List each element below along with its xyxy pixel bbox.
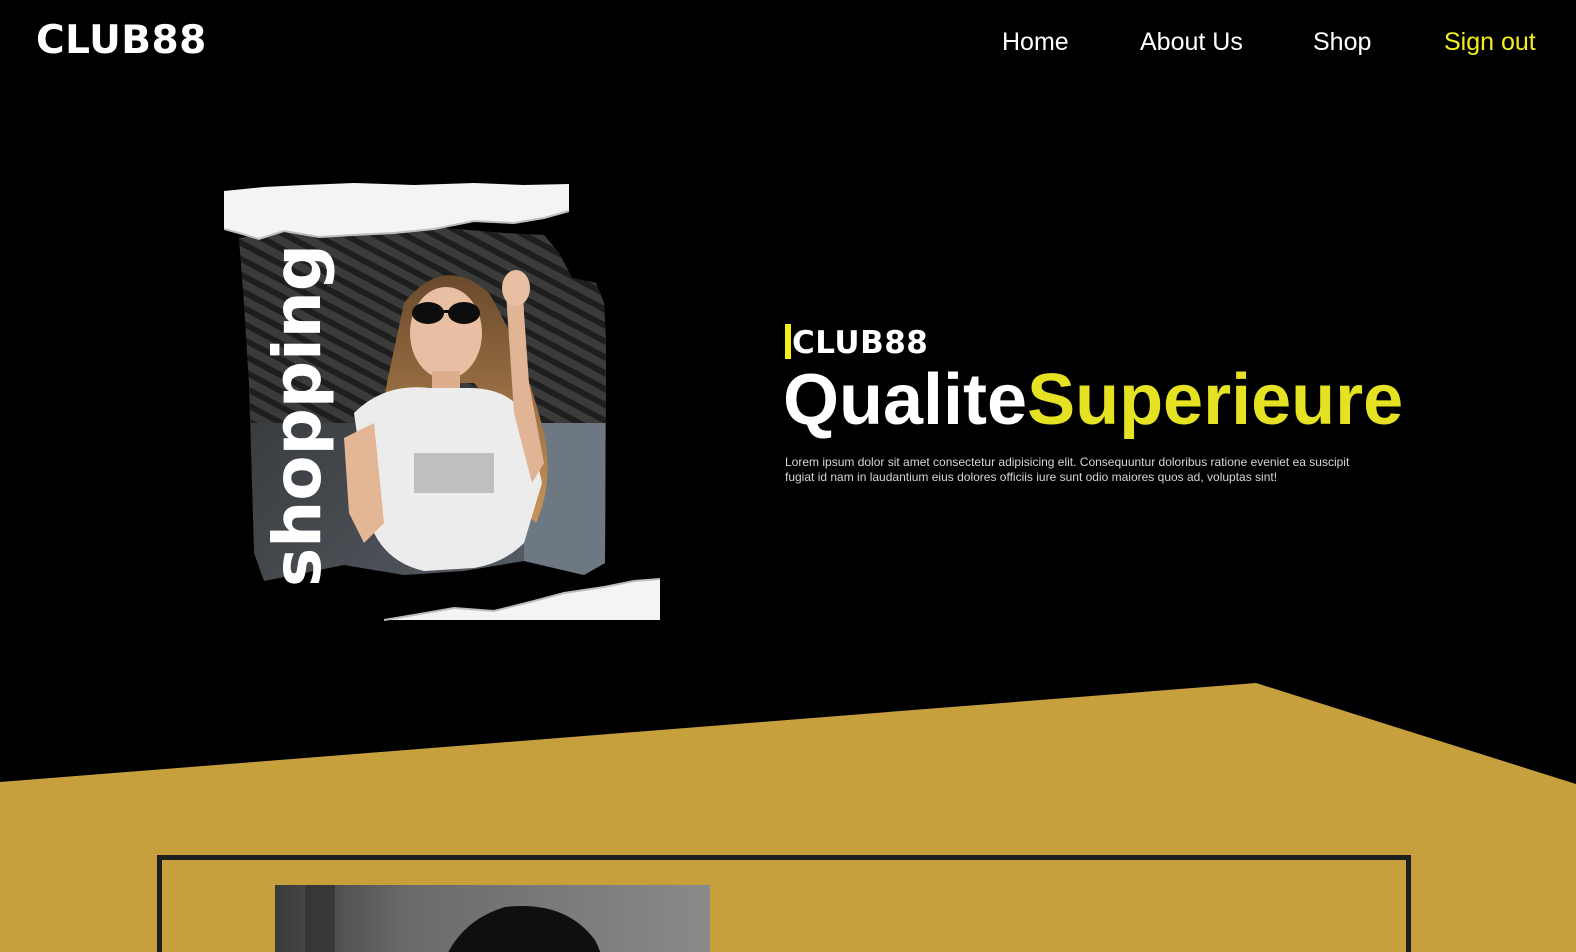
hero-collage-image: shopping bbox=[224, 183, 661, 621]
shopping-word: shopping bbox=[259, 244, 336, 587]
hero-kicker: CLUB88 bbox=[792, 325, 929, 361]
hero-accent-bar bbox=[785, 324, 791, 359]
hero-description: Lorem ipsum dolor sit amet consectetur a… bbox=[785, 455, 1350, 484]
page: CLUB88 Home About Us Shop Sign out shopp… bbox=[0, 0, 1576, 952]
hero-title: QualiteSuperieure bbox=[783, 360, 1403, 440]
nav-link-about-us[interactable]: About Us bbox=[1140, 28, 1243, 57]
torn-paper-top bbox=[224, 183, 569, 239]
hero-title-white: Qualite bbox=[783, 360, 1028, 440]
nav-link-shop[interactable]: Shop bbox=[1313, 28, 1371, 57]
hero-title-yellow: Superieure bbox=[1027, 360, 1404, 440]
card-photo bbox=[275, 885, 710, 952]
nav-link-sign-out[interactable]: Sign out bbox=[1444, 28, 1536, 57]
brand-logo[interactable]: CLUB88 bbox=[36, 18, 207, 63]
featured-card bbox=[157, 855, 1411, 952]
nav-link-home[interactable]: Home bbox=[1002, 28, 1069, 57]
